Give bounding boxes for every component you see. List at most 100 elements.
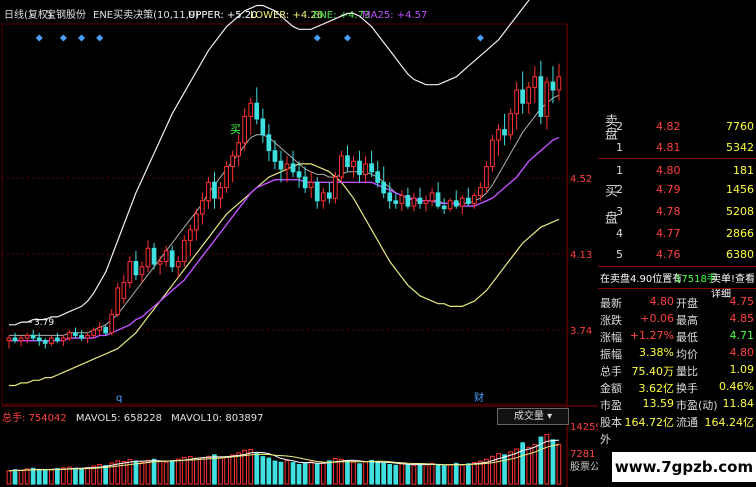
candle-body: [133, 261, 139, 276]
quote-value: +0.06: [640, 312, 674, 325]
candle-body: [417, 197, 423, 204]
candle-body: [121, 282, 127, 299]
candle-body: [502, 129, 507, 136]
volume-total-label: 总手: 754042: [2, 413, 67, 424]
series-line-upper: [9, 0, 530, 326]
buy-level: 5: [616, 248, 623, 261]
volume-bar: [24, 468, 30, 485]
candle-body: [30, 334, 36, 339]
candle-body: [24, 334, 30, 339]
quote-label: 换手: [676, 382, 698, 395]
candle-body: [151, 247, 157, 265]
candle-body: [284, 163, 290, 170]
buy-price: 4.78: [656, 205, 681, 218]
candle-body: [387, 192, 393, 202]
candle-body: [308, 181, 314, 189]
volume-bar: [429, 462, 435, 485]
candle-body: [272, 150, 278, 162]
quote-label: 涨幅: [600, 331, 622, 344]
candle-body: [242, 115, 248, 144]
sell-level: 2: [616, 120, 623, 133]
volume-bar: [441, 465, 447, 485]
quote-value: 164.24亿: [704, 416, 755, 429]
volume-bar: [453, 462, 459, 485]
candle-body: [357, 160, 362, 175]
volume-bar: [327, 460, 332, 485]
volume-bar: [296, 464, 302, 485]
candle-body: [381, 181, 386, 194]
volume-bar: [381, 462, 386, 485]
candle-body: [327, 192, 332, 199]
buy-row-2[interactable]: 2 4.79 1456: [598, 181, 756, 200]
quote-value: 4.80: [729, 346, 755, 359]
sell-volume: 5342: [726, 141, 754, 154]
quote-row: 最新 4.80 开盘 4.75: [598, 294, 756, 311]
candle-body: [435, 192, 441, 207]
indicator-name[interactable]: ENE买卖决策(10,11,9): [93, 8, 199, 21]
volume-bar: [127, 459, 133, 485]
quote-label: 量比: [676, 365, 698, 378]
quote-label: 外: [600, 433, 611, 446]
candle-body: [550, 81, 556, 91]
quote-row: 总手 75.40万 量比 1.09: [598, 362, 756, 379]
candle-body: [423, 200, 429, 204]
status-divider-bottom: [598, 288, 756, 289]
candle-body: [169, 250, 175, 268]
candle-body: [67, 332, 72, 339]
candle-body: [278, 160, 284, 170]
candle-body: [320, 192, 326, 202]
candle-body: [163, 250, 169, 262]
sell-row-1[interactable]: 1 4.81 5342: [598, 139, 756, 158]
quote-value: 4.71: [729, 329, 755, 342]
volume-bar: [466, 463, 471, 485]
candle-body: [314, 181, 320, 202]
volume-bar: [550, 439, 556, 485]
buy-row-1[interactable]: 1 4.80 181: [598, 162, 756, 181]
sell-row-2[interactable]: 2 4.82 7760: [598, 118, 756, 137]
volume-bar: [278, 461, 284, 485]
volume-bar: [502, 454, 507, 485]
cai-marker: 财: [474, 391, 484, 404]
status-divider-top: [598, 266, 756, 267]
quote-label: 金额: [600, 382, 622, 395]
volume-bar: [254, 453, 260, 485]
volume-bar: [417, 463, 423, 485]
buy-price: 4.76: [656, 248, 681, 261]
buy-row-3[interactable]: 3 4.78 5208: [598, 203, 756, 222]
volume-bar: [405, 464, 411, 485]
upper-label: UPPER: +5.20: [188, 10, 258, 21]
volume-bar: [79, 468, 84, 485]
stock-name: 宝钢股份: [46, 8, 86, 21]
volume-bar: [175, 458, 181, 485]
signal-diamond: [476, 34, 484, 42]
volume-indicator-dropdown[interactable]: 成交量 ▾: [497, 408, 569, 425]
buy-volume: 1456: [726, 183, 754, 196]
q-marker: q: [116, 393, 122, 404]
candle-body: [42, 340, 48, 344]
candle-body: [212, 181, 217, 199]
candle-body: [544, 81, 550, 117]
volume-bar: [532, 444, 538, 485]
quote-label: 市盈(动): [676, 399, 718, 412]
sell-price: 4.82: [656, 120, 681, 133]
period-label[interactable]: 日线(复权): [4, 8, 52, 21]
quote-value: 3.62亿: [638, 382, 675, 395]
mavol5-label: MAVOL5: 658228: [75, 413, 162, 424]
buy-volume: 5208: [726, 205, 754, 218]
volume-bar: [12, 469, 18, 485]
buy-price: 4.80: [656, 164, 681, 177]
buy-row-4[interactable]: 4 4.77 2866: [598, 225, 756, 244]
big-order-alert[interactable]: 在卖盘4.90位置有 17518手 卖单!查看详细: [598, 268, 756, 300]
buy-row-5[interactable]: 5 4.76 6380: [598, 246, 756, 265]
volume-bar: [30, 467, 36, 485]
watermark: www.7gpzb.com: [612, 452, 756, 482]
candle-body: [526, 86, 532, 104]
stock-chart-window: 日线(复权) 宝钢股份 ENE买卖决策(10,11,9) UPPER: +5.2…: [0, 0, 756, 487]
sell-volume: 7760: [726, 120, 754, 133]
volume-bar: [556, 443, 562, 485]
candle-body: [296, 171, 302, 178]
candle-body: [520, 89, 525, 104]
signal-diamond: [59, 34, 67, 42]
signal-diamond: [78, 34, 86, 42]
candle-body: [206, 181, 211, 202]
